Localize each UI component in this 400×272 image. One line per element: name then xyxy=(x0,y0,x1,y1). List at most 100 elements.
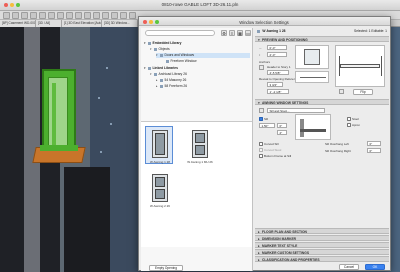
overhang-left-label: Sill Overhang Left xyxy=(325,142,349,146)
settings-page-dropdown[interactable]: Sill and Stool... xyxy=(267,108,325,113)
anchor-icon[interactable] xyxy=(259,65,264,70)
toolbar-tool-icon[interactable] xyxy=(120,12,127,19)
overhang-right-field[interactable]: 0" xyxy=(367,148,381,153)
toolbar-tool-icon[interactable] xyxy=(102,12,109,19)
toolbar-tool-icon[interactable] xyxy=(75,12,82,19)
thumbnail-awning-1-28[interactable]: W Awning 1 28 xyxy=(145,126,173,164)
toolbar-tool-icon[interactable] xyxy=(57,12,64,19)
view-tab[interactable]: [3D] 3D Window... xyxy=(102,20,138,27)
zoom-window-icon[interactable] xyxy=(16,2,20,7)
section-marker-custom-settings[interactable]: ▸ MARKER CUSTOM SETTINGS xyxy=(255,249,389,255)
flip-button[interactable]: Flip xyxy=(353,89,373,95)
overhang-left-field[interactable]: 0" xyxy=(367,141,381,146)
minimize-dialog-icon[interactable] xyxy=(149,19,153,24)
window-object-icon xyxy=(257,29,260,33)
sill-offset-field[interactable]: 0" xyxy=(277,123,287,128)
section-awning-window-settings[interactable]: ▾ AWNING WINDOW SETTINGS xyxy=(255,99,389,105)
sill-thickness-field[interactable]: 1.50" xyxy=(259,123,275,128)
section-marker-text-style[interactable]: ▸ MARKER TEXT STYLE xyxy=(255,242,389,248)
ok-button[interactable]: OK xyxy=(365,264,385,270)
view-tab[interactable]: [1] 3D East Elevation [Auto...] xyxy=(62,20,102,27)
awning-window-icon xyxy=(192,130,208,158)
tree-item-freeform-window[interactable]: Freeform Window xyxy=(162,59,197,64)
folder-icon xyxy=(160,84,163,88)
zoom-dialog-icon[interactable] xyxy=(155,19,159,24)
page-list-icon[interactable] xyxy=(259,108,264,113)
cancel-button[interactable]: Cancel xyxy=(339,264,359,270)
folder-icon xyxy=(154,47,157,51)
hotspot-dot[interactable] xyxy=(100,151,102,153)
view-tab[interactable]: [8P] Casement WD-000.33 xyxy=(0,20,36,27)
toolbar-tool-icon[interactable] xyxy=(111,12,118,19)
sill-depth-field[interactable]: 2" xyxy=(277,130,287,135)
toolbar-tool-icon[interactable] xyxy=(48,12,55,19)
sill-diagram xyxy=(295,114,331,140)
bottom-frame-checkbox[interactable] xyxy=(259,154,263,158)
minimize-window-icon[interactable] xyxy=(10,2,14,7)
curved-sill-checkbox[interactable] xyxy=(259,142,263,146)
tree-item-archicad-library[interactable]: ▾ Archicad Library 26 xyxy=(150,72,187,77)
section-floor-plan-and-section[interactable]: ▸ FLOOR PLAN AND SECTION xyxy=(255,228,389,234)
thumbnail-awning-1-mu-26[interactable]: W Awning 1 MU 26 xyxy=(185,126,213,164)
thumbnail-awning-2-26[interactable]: W Awning 2 26 xyxy=(145,170,173,208)
view-tab[interactable]: [3D / All] xyxy=(36,20,62,27)
folder-icon xyxy=(154,72,157,76)
plan-preview xyxy=(335,45,385,87)
folder-icon xyxy=(160,78,163,82)
library-search-input[interactable] xyxy=(145,30,215,36)
hotspot-dot[interactable] xyxy=(110,123,112,125)
curved-stool-checkbox[interactable] xyxy=(259,148,263,152)
empty-opening-button[interactable]: Empty Opening xyxy=(149,265,183,271)
app-title: 0810-rowe GABLE LOFT 3D-26.11.pln xyxy=(161,2,239,7)
section-classification-and-properties[interactable]: ▸ CLASSIFICATION AND PROPERTIES xyxy=(255,256,389,262)
reveal-field[interactable]: 3 3/4" xyxy=(267,82,283,87)
stool-label: Stool xyxy=(352,117,359,121)
tree-item-linked-libraries[interactable]: ▾ Linked Libraries xyxy=(144,66,178,71)
overhang-right-label: Sill Overhang Right xyxy=(325,149,351,153)
width-field[interactable]: 0'-0" xyxy=(267,45,287,50)
library-icon xyxy=(148,66,151,70)
settings-icon[interactable]: ⚙ xyxy=(221,30,227,36)
hotspot-dot[interactable] xyxy=(106,67,108,69)
apron-checkbox[interactable] xyxy=(347,123,351,127)
header-reference-dropdown[interactable]: Header to Story 1 xyxy=(267,65,291,69)
wall-block xyxy=(64,167,110,272)
list-view-icon[interactable]: ≡ xyxy=(229,30,235,36)
window-mullion xyxy=(52,83,56,149)
toolbar-tool-icon[interactable] xyxy=(12,12,19,19)
section-dimension-marker[interactable]: ▸ DIMENSION MARKER xyxy=(255,235,389,241)
toolbar-tool-icon[interactable] xyxy=(30,12,37,19)
curved-stool-label: Curved Stool xyxy=(264,148,282,152)
toolbar-tool-icon[interactable] xyxy=(3,12,10,19)
stool-checkbox[interactable] xyxy=(347,117,351,121)
dialog-title: Window Selection Settings xyxy=(239,19,289,25)
toolbar-tool-icon[interactable] xyxy=(93,12,100,19)
awning-window-icon xyxy=(152,174,168,202)
curved-sill-label: Curved Sill xyxy=(264,142,279,146)
header-height-field[interactable]: 4'-5 5/8" xyxy=(267,70,289,75)
section-preview-and-positioning[interactable]: ▾ PREVIEW AND POSITIONING xyxy=(255,36,389,42)
tree-item-freeform[interactable]: ▸ 58 Freeform 26 xyxy=(156,84,187,89)
folder-icon[interactable]: ▭ xyxy=(245,30,251,36)
selection-count: Selected: 1 Editable: 1 xyxy=(354,29,387,33)
tree-item-embedded-library[interactable]: ▾ Embedded Library xyxy=(144,41,181,46)
height-field[interactable]: 2'-0" xyxy=(267,52,287,57)
tree-item-objects[interactable]: ▾ Objects xyxy=(150,47,170,52)
sill-height-field[interactable]: 1' -2 1/8" xyxy=(267,89,289,94)
apron-label: Apron xyxy=(352,123,361,127)
toolbar-tool-icon[interactable] xyxy=(84,12,91,19)
sill-checkbox[interactable] xyxy=(259,117,263,121)
tree-item-masonry[interactable]: ▸ 54 Masonry 26 xyxy=(156,78,186,83)
toolbar-tool-icon[interactable] xyxy=(39,12,46,19)
thumbnail-label: W Awning 1 28 xyxy=(150,160,170,164)
close-dialog-icon[interactable] xyxy=(143,19,147,24)
toolbar-tool-icon[interactable] xyxy=(66,12,73,19)
tree-item-doors-and-windows[interactable]: ▾ Doors and Windows xyxy=(156,53,250,58)
close-window-icon[interactable] xyxy=(4,2,8,7)
mirror-icon[interactable] xyxy=(339,89,344,94)
grid-view-icon[interactable]: ▦ xyxy=(237,30,243,36)
toolbar-tool-icon[interactable] xyxy=(129,12,136,19)
app-titlebar: 0810-rowe GABLE LOFT 3D-26.11.pln xyxy=(0,0,400,11)
toolbar-tool-icon[interactable] xyxy=(21,12,28,19)
hotspot-dot[interactable] xyxy=(98,97,100,99)
